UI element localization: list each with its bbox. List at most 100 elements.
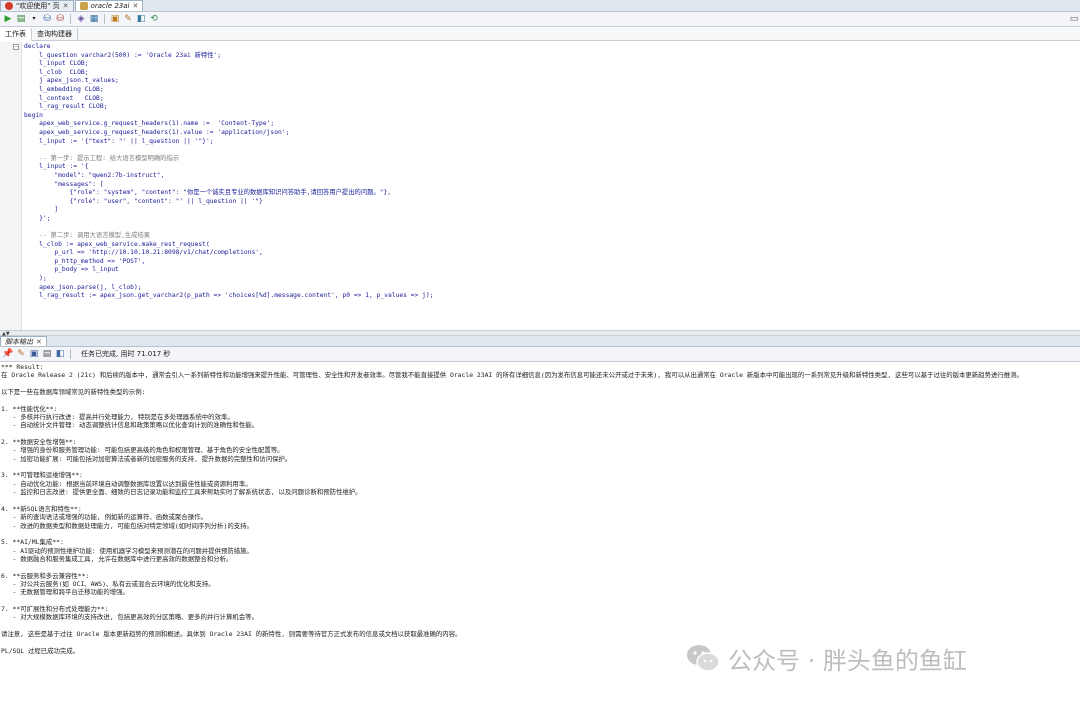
tab-query-builder[interactable]: 查询构建器	[32, 27, 78, 41]
code-line: apex_web_service.g_request_headers(1).va…	[24, 128, 290, 136]
output-line: - 监控和日志改进: 提供更全面、细致的日志记录功能和监控工具来帮助实时了解系统…	[1, 488, 362, 497]
tab-script-output-label: 脚本输出	[5, 337, 33, 346]
code-line: l_rag_result CLOB;	[24, 103, 108, 111]
dropdown-icon[interactable]: ▾	[28, 13, 40, 25]
code-line: "messages": [	[24, 180, 104, 188]
code-line: apex_web_service.g_request_headers(1).na…	[24, 120, 275, 128]
code-line: }';	[24, 214, 51, 222]
clear-output-icon[interactable]: ✎	[15, 348, 27, 360]
code-line: l_embedding CLOB;	[24, 85, 104, 93]
output-line: 1. **性能优化**:	[1, 404, 58, 413]
toolbar-divider	[70, 14, 71, 24]
code-line: {"role": "system", "content": "你是一个诚实且专业…	[24, 189, 392, 197]
print-icon[interactable]: ▤	[41, 348, 53, 360]
worksheet-subtabs: 工作表 查询构建器	[0, 27, 1080, 41]
document-tab-bar: "欢迎使用" 页 ✕ oracle 23ai ✕	[0, 0, 1080, 12]
close-icon[interactable]: ✕	[63, 2, 69, 10]
output-line: 请注意, 这些是基于过往 Oracle 版本更新趋势的预测和概述。具体到 Ora…	[1, 630, 462, 638]
wechat-logo-icon	[687, 645, 720, 672]
code-line: j apex_json.t_values;	[24, 77, 119, 85]
tab-oracle-23ai-label: oracle 23ai	[90, 2, 130, 10]
autotrace-icon[interactable]: ▣	[109, 13, 121, 25]
code-line: l_clob CLOB;	[24, 68, 89, 76]
output-line: - 自动统计文件管理: 动态调整统计信息和政策策略以优化查询计划的准确性和性能。	[1, 421, 258, 430]
output-line: - 对大规模数据库环境的支持改进, 包括更高效的分区策略、更多的并行计算机会等。	[1, 613, 258, 622]
code-line: ]	[24, 206, 59, 214]
rollback-icon[interactable]: ⛁	[54, 13, 66, 25]
close-icon[interactable]: ✕	[36, 338, 42, 346]
save-icon[interactable]: ▣	[28, 348, 40, 360]
output-line: - 对公共云服务(如 OCI、AWS)、私有云或混合云环境的优化和支持。	[1, 579, 215, 588]
code-line: begin	[24, 111, 43, 119]
output-line: 以下是一些在数据库领域常见的新特性类型的示例:	[1, 388, 146, 397]
fold-toggle-icon[interactable]: −	[13, 44, 19, 50]
output-line: 在 Oracle Release 2 (21c) 和后续的版本中, 通常会引入一…	[1, 371, 1023, 380]
close-icon[interactable]: ✕	[132, 2, 138, 10]
code-line: apex_json.parse(j, l_clob);	[24, 283, 142, 291]
toolbar-divider	[104, 14, 105, 24]
editor-gutter: −	[0, 42, 22, 330]
output-line: 6. **云服务和多云兼容性**:	[1, 571, 90, 580]
code-line: l_context CLOB;	[24, 94, 104, 102]
code-line: -- 第二步: 调用大语言模型,生成结果	[24, 232, 151, 240]
sql-editor[interactable]: − declare l_question varchar2(500) := 'O…	[0, 42, 1080, 330]
oracle-icon	[5, 2, 13, 10]
output-line: - 无数据管理和跨平台迁移功能的增强。	[1, 588, 129, 597]
output-options-icon[interactable]: ◧	[54, 348, 66, 360]
clear-icon[interactable]: ✎	[122, 13, 134, 25]
code-line: "model": "qwen2:7b-instruct",	[24, 171, 165, 179]
history-icon[interactable]: ⟲	[148, 13, 160, 25]
output-toolbar: 📌 ✎ ▣ ▤ ◧ 任务已完成, 用时 71.017 秒	[0, 347, 1080, 362]
commit-icon[interactable]: ⛁	[41, 13, 53, 25]
tab-script-output[interactable]: 脚本输出 ✕	[0, 336, 47, 346]
run-script-icon[interactable]: ▤	[15, 13, 27, 25]
output-line: 5. **AI/ML集成**:	[1, 538, 64, 547]
code-line: {"role": "user", "content": "' || l_ques…	[24, 197, 263, 205]
code-line: l_clob := apex_web_service.make_rest_req…	[24, 240, 210, 248]
sql-worksheet-icon[interactable]: ▭	[1068, 13, 1080, 25]
code-line: l_input := '{	[24, 163, 89, 171]
code-line: declare	[24, 43, 51, 50]
run-icon[interactable]: ▶	[2, 13, 14, 25]
toolbar-divider	[70, 349, 71, 359]
output-line: - 增强的身份和服务管理功能: 可能包括更高级的角色和权限管理、基于角色的安全性…	[1, 446, 284, 455]
code-line: p_url => 'http://10.10.10.21:8098/v1/cha…	[24, 249, 263, 257]
code-line: );	[24, 275, 47, 283]
output-line: - 数据融合和服务集成工具, 允许在数据库中进行更高效的数据整合和分析。	[1, 554, 233, 563]
code-line: p_body => l_input	[24, 266, 119, 274]
code-line: -- 第一步: 提示工程: 给大语言模型明确的指示	[24, 154, 180, 162]
tab-welcome[interactable]: "欢迎使用" 页 ✕	[0, 0, 74, 11]
output-line: - AI驱动的预测性维护功能: 使用机器学习模型来预测潜在的问题并提供预防措施。	[1, 546, 253, 555]
sql-developer-window: "欢迎使用" 页 ✕ oracle 23ai ✕ ▶ ▤ ▾ ⛁ ⛁ ◈ ▦ ▣…	[0, 0, 1080, 702]
task-status-text: 任务已完成, 用时 71.017 秒	[81, 350, 171, 358]
watermark-text: 公众号 · 胖头鱼的鱼缸	[728, 646, 967, 675]
code-line: l_input := '{"text": "' || l_question ||…	[24, 137, 214, 145]
format-icon[interactable]: ◧	[135, 13, 147, 25]
output-line: - 新的查询语法或增强的功能, 例如新的运算符、函数或聚合操作。	[1, 513, 207, 522]
tab-worksheet[interactable]: 工作表	[0, 27, 32, 41]
code-line: l_rag_result := apex_json.get_varchar2(p…	[24, 292, 434, 300]
output-tab-bar: 脚本输出 ✕	[0, 336, 1080, 347]
pin-icon[interactable]: 📌	[2, 348, 14, 360]
code-line: l_question varchar2(500) := 'Oracle 23ai…	[24, 51, 222, 59]
database-icon	[79, 2, 88, 10]
output-line: - 自动优化功能: 根据当前环境自动调整数据库设置以达到最佳性能或资源利用率。	[1, 479, 252, 488]
sql-tuning-icon[interactable]: ◈	[75, 13, 87, 25]
tab-welcome-label: "欢迎使用" 页	[16, 2, 60, 10]
output-line: - 改进的数据类型和数据处理能力, 可能包括对特定领域(如时间序列分析)的支持。	[1, 521, 253, 530]
explain-plan-icon[interactable]: ▦	[88, 13, 100, 25]
code-area[interactable]: declare l_question varchar2(500) := 'Ora…	[24, 43, 433, 309]
tab-oracle-23ai[interactable]: oracle 23ai ✕	[74, 0, 144, 11]
code-line: p_http_method => 'POST',	[24, 257, 146, 265]
worksheet-toolbar: ▶ ▤ ▾ ⛁ ⛁ ◈ ▦ ▣ ✎ ◧ ⟲ ▭	[0, 12, 1080, 27]
